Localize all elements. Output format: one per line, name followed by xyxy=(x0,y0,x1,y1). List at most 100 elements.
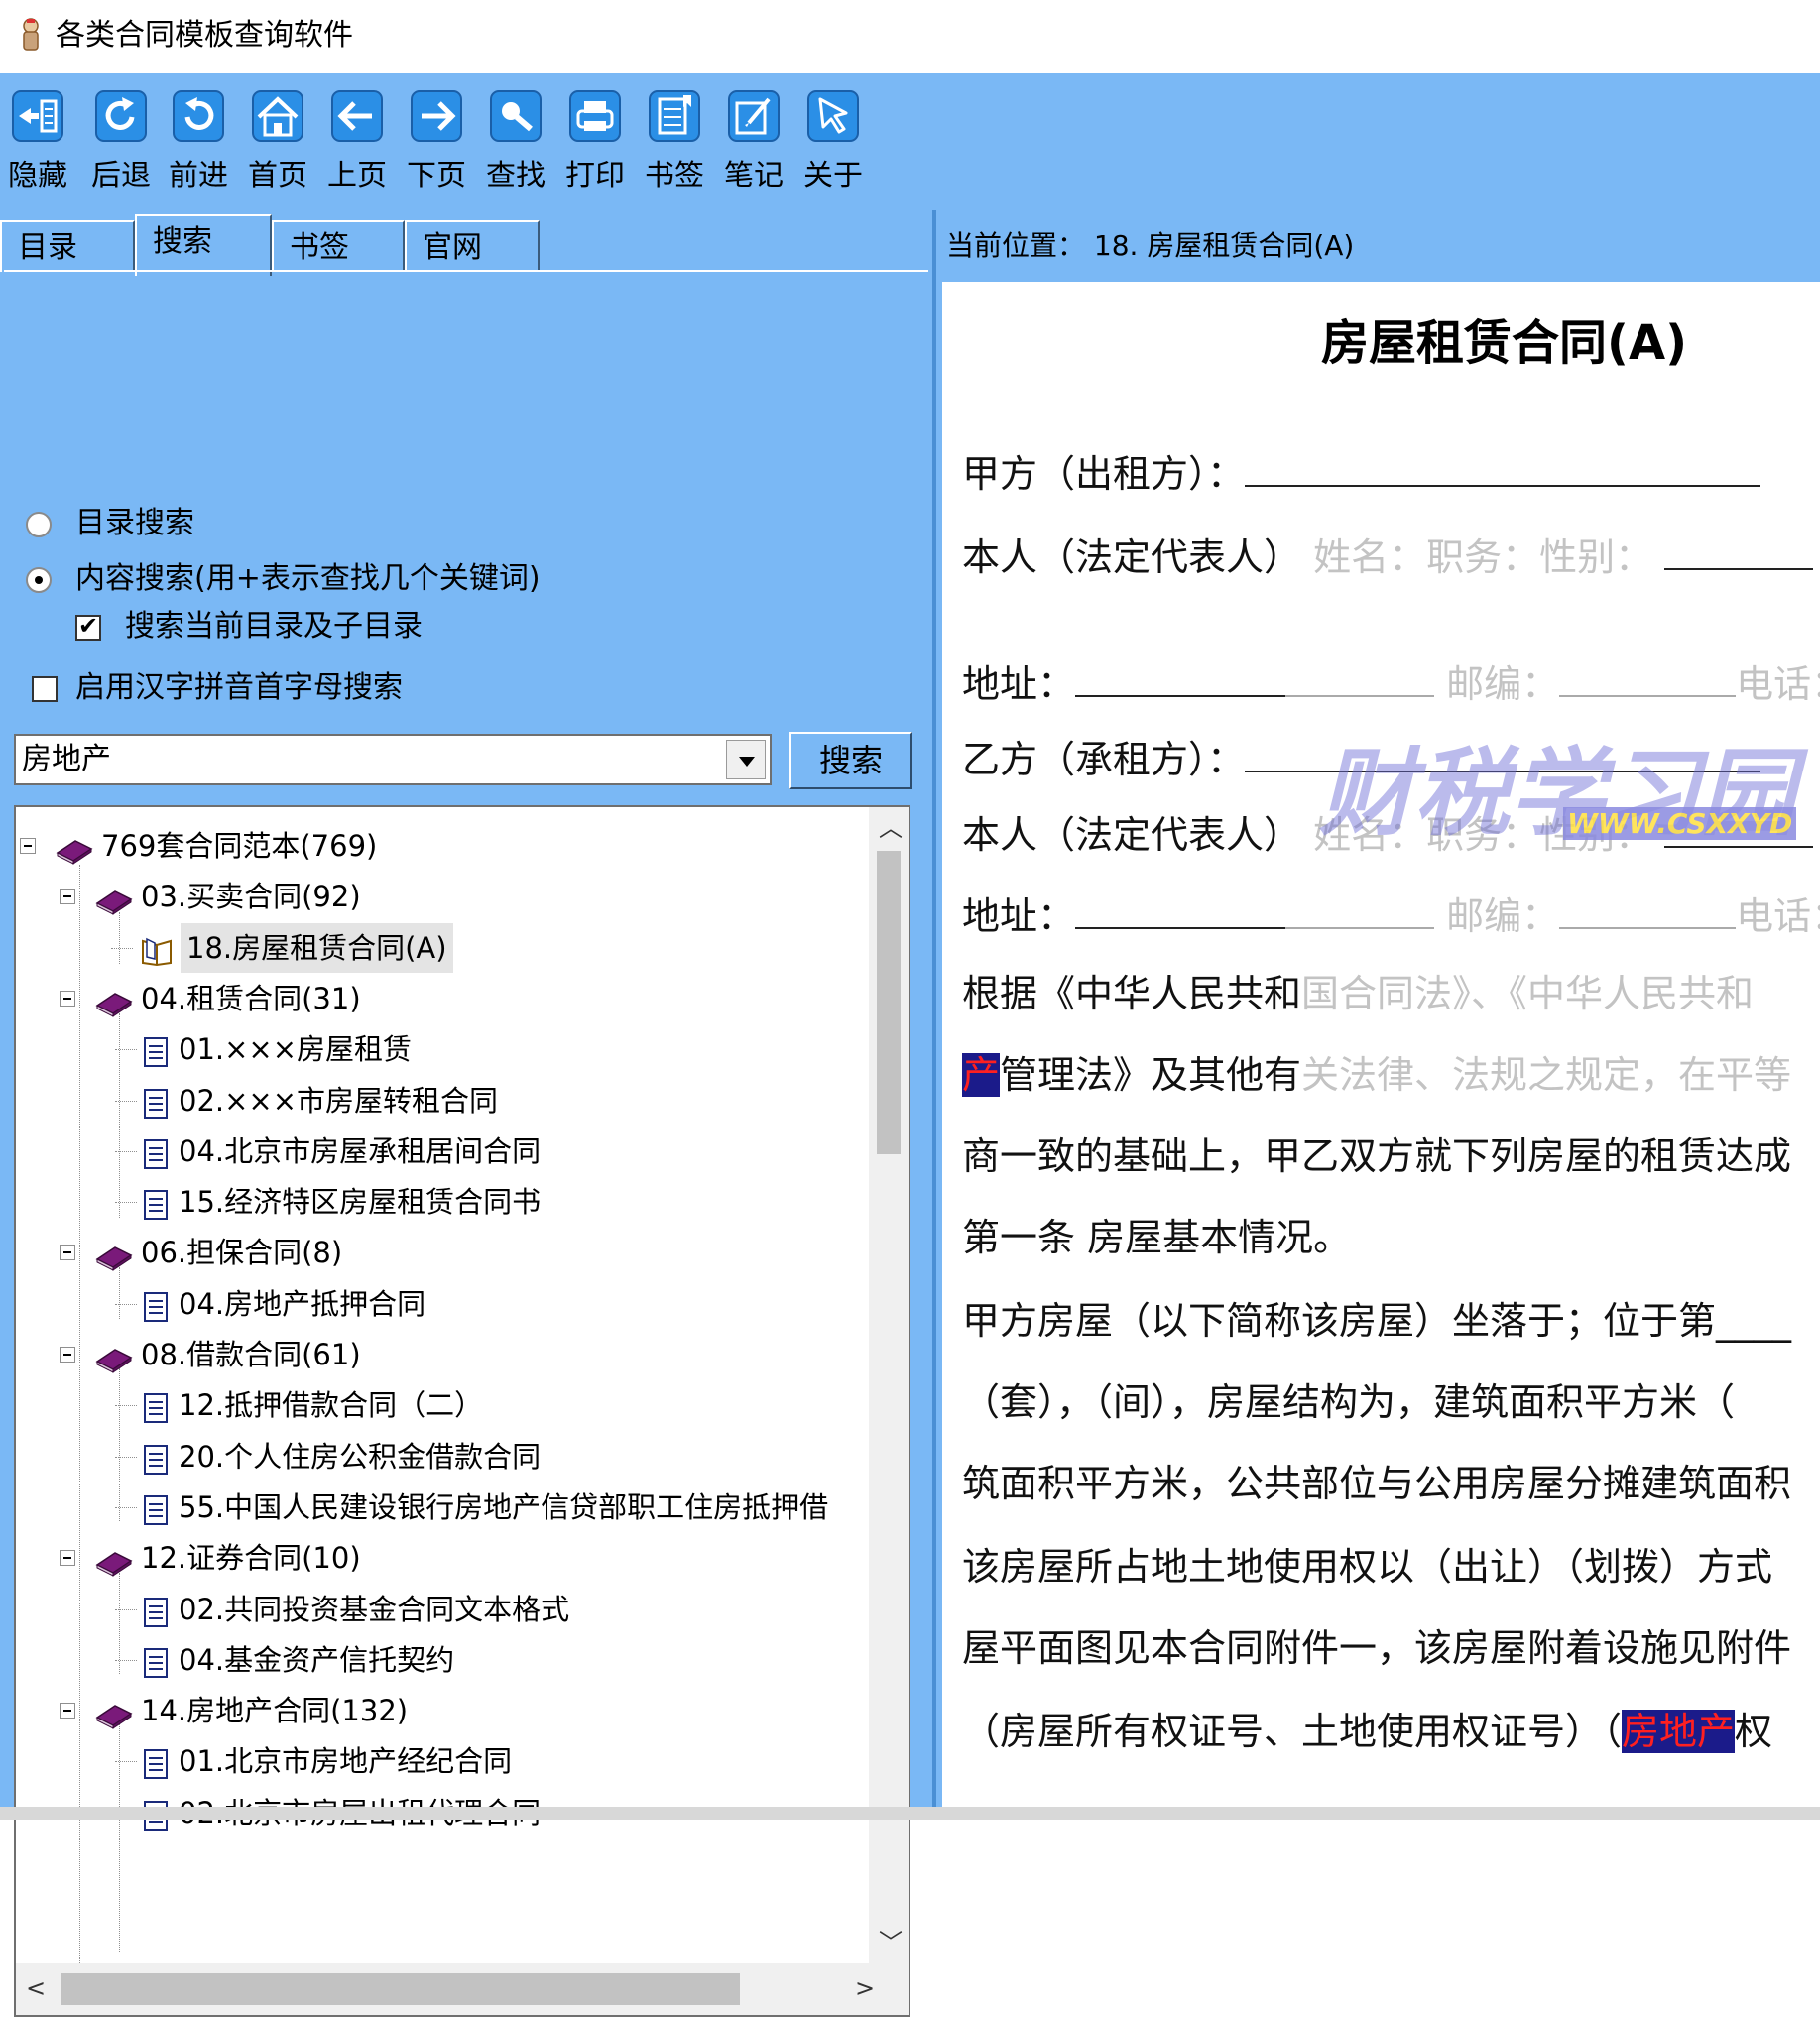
magnifier-icon xyxy=(490,90,542,142)
note-label: 笔记 xyxy=(724,159,784,193)
prev-page-label: 上页 xyxy=(327,159,387,193)
tree-item-label: 01.北京市房地产经纪合同 xyxy=(179,1744,513,1778)
print-label: 打印 xyxy=(565,159,625,193)
collapse-toggle-icon[interactable] xyxy=(60,1245,75,1260)
print-button[interactable]: 打印 xyxy=(557,87,633,204)
contract-tree[interactable]: 769套合同范本(769) 03.买卖合同(92) 18.房屋租赁合同(A) 04.租… xyxy=(14,805,910,2017)
left-panel: 目录 搜索 书签 官网 目录搜索 内容搜索(用+表示查找几个关键词) ✔ 搜索当… xyxy=(0,210,932,2017)
about-button[interactable]: 关于 xyxy=(795,87,871,204)
subdir-checkbox[interactable]: ✔ xyxy=(75,612,101,641)
toolbar: 隐藏 后退 前进 首页 上页 下页 查找 打印 书签 笔记 关于 xyxy=(0,73,1820,210)
tab-bookmarks[interactable]: 书签 xyxy=(272,220,405,272)
pinyin-label: 启用汉字拼音首字母搜索 xyxy=(75,670,403,705)
prev-page-button[interactable]: 上页 xyxy=(319,87,395,204)
party-b-label: 乙方（承租方）： xyxy=(962,738,1246,781)
tab-search[interactable]: 搜索 xyxy=(135,214,272,276)
tree-hscroll-thumb[interactable] xyxy=(61,1973,740,2005)
subdir-label: 搜索当前目录及子目录 xyxy=(125,609,423,644)
next-page-button[interactable]: 下页 xyxy=(399,87,474,204)
forward-button[interactable]: 前进 xyxy=(161,87,236,204)
bookmark-label: 书签 xyxy=(645,159,704,193)
search-query-value[interactable]: 房地产 xyxy=(22,738,111,781)
book-folder-icon xyxy=(95,1339,133,1388)
book-folder-icon xyxy=(95,1542,133,1592)
document-icon xyxy=(143,1594,169,1643)
find-label: 查找 xyxy=(486,159,546,193)
cursor-icon xyxy=(807,90,859,142)
document-panel: 当前位置： 18. 房屋租赁合同(A) 房屋租赁合同(A) 甲方（出租方）： 本… xyxy=(932,210,1820,1820)
tree-item-label: 04.北京市房屋承租居间合同 xyxy=(179,1134,542,1168)
tab-website-label: 官网 xyxy=(423,230,482,265)
document-icon xyxy=(143,1441,169,1490)
collapse-toggle-icon[interactable] xyxy=(60,1550,75,1566)
basis-text-2a: 管理法》及其他有 xyxy=(1000,1053,1302,1097)
hide-button[interactable]: 隐藏 xyxy=(0,87,75,204)
book-folder-icon xyxy=(95,1695,133,1744)
dropdown-arrow-icon[interactable] xyxy=(726,740,766,779)
forward-label: 前进 xyxy=(169,159,228,193)
tree-item-label: 14.房地产合同(132) xyxy=(141,1694,409,1727)
document-view[interactable]: 房屋租赁合同(A) 甲方（出租方）： 本人（法定代表人） 姓名：职务：性别： 地… xyxy=(942,282,1820,1809)
collapse-toggle-icon[interactable] xyxy=(60,889,75,904)
party-a-rep-label: 本人（法定代表人） xyxy=(962,535,1302,579)
content-search-radio[interactable] xyxy=(26,567,52,593)
home-icon xyxy=(252,90,303,142)
tree-item-label: 18.房屋租赁合同(A) xyxy=(181,923,453,973)
bookmark-button[interactable]: 书签 xyxy=(637,87,712,204)
party-a-phone-label: 电话： xyxy=(1736,662,1820,706)
house-line-5: 屋平面图见本合同附件一，该房屋附着设施见附件 xyxy=(962,1626,1792,1670)
tab-search-label: 搜索 xyxy=(153,224,212,259)
house-line-6: （房屋所有权证号、土地使用权证号）（房地产权 xyxy=(962,1706,1772,1757)
tree-item-label: 04.基金资产信托契约 xyxy=(179,1643,455,1677)
hide-icon xyxy=(12,90,63,142)
tree-item-label: 55.中国人民建设银行房地产信贷部职工住房抵押借 xyxy=(179,1490,829,1524)
home-button[interactable]: 首页 xyxy=(240,87,315,204)
house-text-6b: 权 xyxy=(1735,1710,1773,1753)
house-line-1: 甲方房屋（以下简称该房屋）坐落于；位于第____ xyxy=(962,1299,1792,1343)
search-button[interactable]: 搜索 xyxy=(789,732,912,789)
back-button[interactable]: 后退 xyxy=(83,87,159,204)
collapse-toggle-icon[interactable] xyxy=(20,838,36,854)
house-line-2: （套），（间），房屋结构为，建筑面积平方米（ xyxy=(962,1380,1736,1424)
party-b-address-line: 地址： 邮编： 电话： xyxy=(962,890,1820,942)
document-icon xyxy=(143,1085,169,1134)
tree-item-label: 01.×××房屋租赁 xyxy=(179,1032,413,1066)
find-button[interactable]: 查找 xyxy=(478,87,553,204)
about-label: 关于 xyxy=(803,159,863,193)
title-bar: 各类合同模板查询软件 xyxy=(0,0,1820,73)
book-folder-icon xyxy=(95,983,133,1032)
house-line-3: 筑面积平方米，公共部位与公用房屋分摊建筑面积 xyxy=(962,1462,1792,1505)
collapse-toggle-icon[interactable] xyxy=(60,1703,75,1719)
next-page-label: 下页 xyxy=(407,159,466,193)
printer-icon xyxy=(569,90,621,142)
scroll-down-icon[interactable]: ﹀ xyxy=(879,1928,903,1958)
collapse-toggle-icon[interactable] xyxy=(60,1347,75,1363)
party-a-line: 甲方（出租方）： xyxy=(962,448,1761,500)
search-query-combo[interactable]: 房地产 xyxy=(14,734,772,785)
note-icon xyxy=(728,90,780,142)
collapse-toggle-icon[interactable] xyxy=(60,991,75,1007)
basis-line-3: 商一致的基础上，甲乙双方就下列房屋的租赁达成 xyxy=(962,1134,1792,1178)
document-icon xyxy=(143,1033,169,1083)
search-hit-highlight-2: 房地产 xyxy=(1622,1710,1736,1753)
tree-vertical-scrollbar[interactable]: ︿ ﹀ xyxy=(869,807,909,1965)
back-refresh-icon xyxy=(95,90,147,142)
scroll-left-icon[interactable]: < xyxy=(26,1973,46,2003)
basis-text-1b: 国合同法》、《中华人民共和 xyxy=(1301,972,1755,1015)
document-title: 房屋租赁合同(A) xyxy=(1321,315,1688,371)
tree-vscroll-thumb[interactable] xyxy=(877,851,901,1154)
scroll-up-icon[interactable]: ︿ xyxy=(879,813,903,843)
tree-horizontal-scrollbar[interactable]: < > xyxy=(16,1963,909,2015)
catalog-search-radio[interactable] xyxy=(26,512,52,537)
pinyin-checkbox[interactable] xyxy=(32,676,58,702)
scroll-right-icon[interactable]: > xyxy=(855,1973,875,2003)
tree-item-label: 12.抵押借款合同（二） xyxy=(179,1388,484,1422)
location-path: 18. 房屋租赁合同(A) xyxy=(1093,229,1355,262)
note-button[interactable]: 笔记 xyxy=(716,87,791,204)
book-folder-icon xyxy=(95,1237,133,1286)
tab-website[interactable]: 官网 xyxy=(405,220,540,272)
party-b-phone-label: 电话： xyxy=(1736,894,1820,938)
tab-catalog[interactable]: 目录 xyxy=(0,220,135,272)
home-label: 首页 xyxy=(248,159,307,193)
tree-item-label: 08.借款合同(61) xyxy=(141,1338,361,1371)
